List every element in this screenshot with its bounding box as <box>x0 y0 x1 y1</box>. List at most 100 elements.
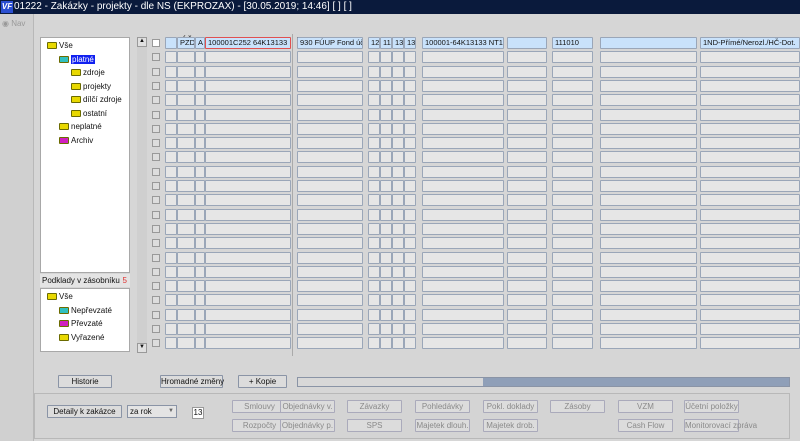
grid-cell-ns[interactable] <box>552 122 593 135</box>
grid-cell-ns[interactable] <box>552 337 593 350</box>
grid-cell-od1[interactable]: 12 <box>368 37 380 49</box>
grid-cell-typ[interactable] <box>297 65 363 78</box>
grid-cell-osoba[interactable] <box>600 151 697 164</box>
grid-cell-od1[interactable] <box>368 237 380 250</box>
grid-cell-popis[interactable] <box>422 237 504 250</box>
grid-cell-od1[interactable] <box>368 265 380 278</box>
tree-node[interactable]: Vyřazené <box>59 333 105 342</box>
grid-cell-kp[interactable] <box>700 222 800 235</box>
grid-cell-druh[interactable] <box>177 65 195 78</box>
grid-cell-osoba[interactable] <box>600 323 697 335</box>
grid-cell-do1[interactable] <box>392 308 404 321</box>
grid-cell-osoba[interactable] <box>600 180 697 192</box>
nav-panel[interactable]: ◉ Nav <box>0 14 34 441</box>
grid-cell-druh[interactable] <box>177 51 195 64</box>
grid-cell-druh[interactable] <box>177 323 195 335</box>
grid-cell-druh[interactable] <box>177 251 195 264</box>
grid-cell-osoba[interactable] <box>600 165 697 178</box>
grid-cell-nazev[interactable] <box>205 222 291 235</box>
grid-cell-stav[interactable] <box>507 37 547 49</box>
grid-cell-do1[interactable] <box>392 280 404 293</box>
grid-cell-ns[interactable] <box>552 137 593 150</box>
grid-cell-druh0[interactable] <box>165 294 177 307</box>
grid-cell-osoba[interactable] <box>600 308 697 321</box>
grid-cell-od1[interactable] <box>368 165 380 178</box>
grid-cell-nazev[interactable] <box>205 180 291 192</box>
grid-cell-typ[interactable] <box>297 265 363 278</box>
grid-cell-typ[interactable] <box>297 323 363 335</box>
grid-cell-nazev[interactable] <box>205 94 291 107</box>
grid-cell-uc[interactable] <box>195 265 205 278</box>
grid-cell-osoba[interactable] <box>600 194 697 207</box>
grid-cell-uc[interactable] <box>195 94 205 107</box>
grid-cell-stav[interactable] <box>507 151 547 164</box>
grid-cell-druh[interactable] <box>177 265 195 278</box>
grid-cell-kp[interactable] <box>700 208 800 221</box>
action-button[interactable]: Monitorovací zpráva <box>684 419 757 432</box>
grid-cell-do1[interactable] <box>392 222 404 235</box>
row-checkbox[interactable] <box>152 325 160 333</box>
grid-cell-od1[interactable] <box>368 137 380 150</box>
row-checkbox[interactable] <box>152 239 160 248</box>
grid-cell-osoba[interactable] <box>600 79 697 92</box>
grid-cell-od1[interactable] <box>368 280 380 293</box>
grid-cell-od2[interactable] <box>380 79 392 92</box>
grid-cell-osoba[interactable] <box>600 265 697 278</box>
grid-cell-uc[interactable] <box>195 294 205 307</box>
grid-cell-do2[interactable] <box>404 280 416 293</box>
row-checkbox[interactable] <box>152 53 160 62</box>
hromadne-zmeny-button[interactable]: Hromadné změny <box>160 375 224 388</box>
grid-cell-typ[interactable] <box>297 165 363 178</box>
grid-cell-popis[interactable] <box>422 79 504 92</box>
action-button[interactable]: Pokl. doklady <box>483 400 538 413</box>
grid-cell-kp[interactable] <box>700 194 800 207</box>
grid-cell-do2[interactable] <box>404 122 416 135</box>
grid-cell-uc[interactable] <box>195 308 205 321</box>
grid-cell-do2[interactable] <box>404 151 416 164</box>
grid-cell-od1[interactable] <box>368 79 380 92</box>
grid-cell-kp[interactable] <box>700 65 800 78</box>
grid-cell-druh0[interactable] <box>165 137 177 150</box>
action-button[interactable]: Účetní položky <box>684 400 739 413</box>
tree-node[interactable]: platné <box>59 54 95 64</box>
grid-cell-od1[interactable] <box>368 337 380 350</box>
grid-cell-od2[interactable] <box>380 194 392 207</box>
action-button[interactable]: Cash Flow <box>618 419 673 432</box>
grid-cell-od2[interactable] <box>380 308 392 321</box>
grid-cell-typ[interactable] <box>297 280 363 293</box>
grid-cell-od2[interactable]: 11 <box>380 37 392 49</box>
grid-cell-uc[interactable] <box>195 51 205 64</box>
grid-cell-osoba[interactable] <box>600 108 697 121</box>
grid-cell-uc[interactable] <box>195 180 205 192</box>
grid-cell-popis[interactable] <box>422 294 504 307</box>
grid-cell-do1[interactable] <box>392 323 404 335</box>
grid-cell-typ[interactable] <box>297 51 363 64</box>
grid-cell-druh[interactable] <box>177 180 195 192</box>
grid-cell-druh[interactable] <box>177 308 195 321</box>
grid-cell-osoba[interactable] <box>600 65 697 78</box>
grid-cell-ns[interactable] <box>552 294 593 307</box>
grid-cell-popis[interactable] <box>422 337 504 350</box>
grid-cell-ns[interactable] <box>552 251 593 264</box>
grid-cell-stav[interactable] <box>507 222 547 235</box>
grid-cell-od2[interactable] <box>380 237 392 250</box>
action-button[interactable]: Zásoby <box>550 400 605 413</box>
row-checkbox[interactable] <box>152 167 160 176</box>
grid-cell-od1[interactable] <box>368 308 380 321</box>
grid-cell-typ[interactable] <box>297 222 363 235</box>
row-checkbox[interactable] <box>152 310 160 319</box>
tree-node[interactable]: zdroje <box>71 68 105 77</box>
row-checkbox[interactable] <box>152 182 160 190</box>
grid-cell-do1[interactable] <box>392 237 404 250</box>
grid-cell-druh0[interactable] <box>165 194 177 207</box>
action-button[interactable]: Majetek dlouh. <box>415 419 470 432</box>
scroll-up-icon[interactable]: ▲ <box>137 37 147 47</box>
grid-cell-od1[interactable] <box>368 251 380 264</box>
grid-cell-osoba[interactable] <box>600 337 697 350</box>
grid-cell-do2[interactable] <box>404 79 416 92</box>
row-checkbox[interactable] <box>152 253 160 262</box>
grid-cell-popis[interactable] <box>422 122 504 135</box>
grid-cell-do2[interactable] <box>404 237 416 250</box>
row-checkbox[interactable] <box>152 153 160 162</box>
period-select[interactable]: za rok ▼ <box>127 405 177 418</box>
